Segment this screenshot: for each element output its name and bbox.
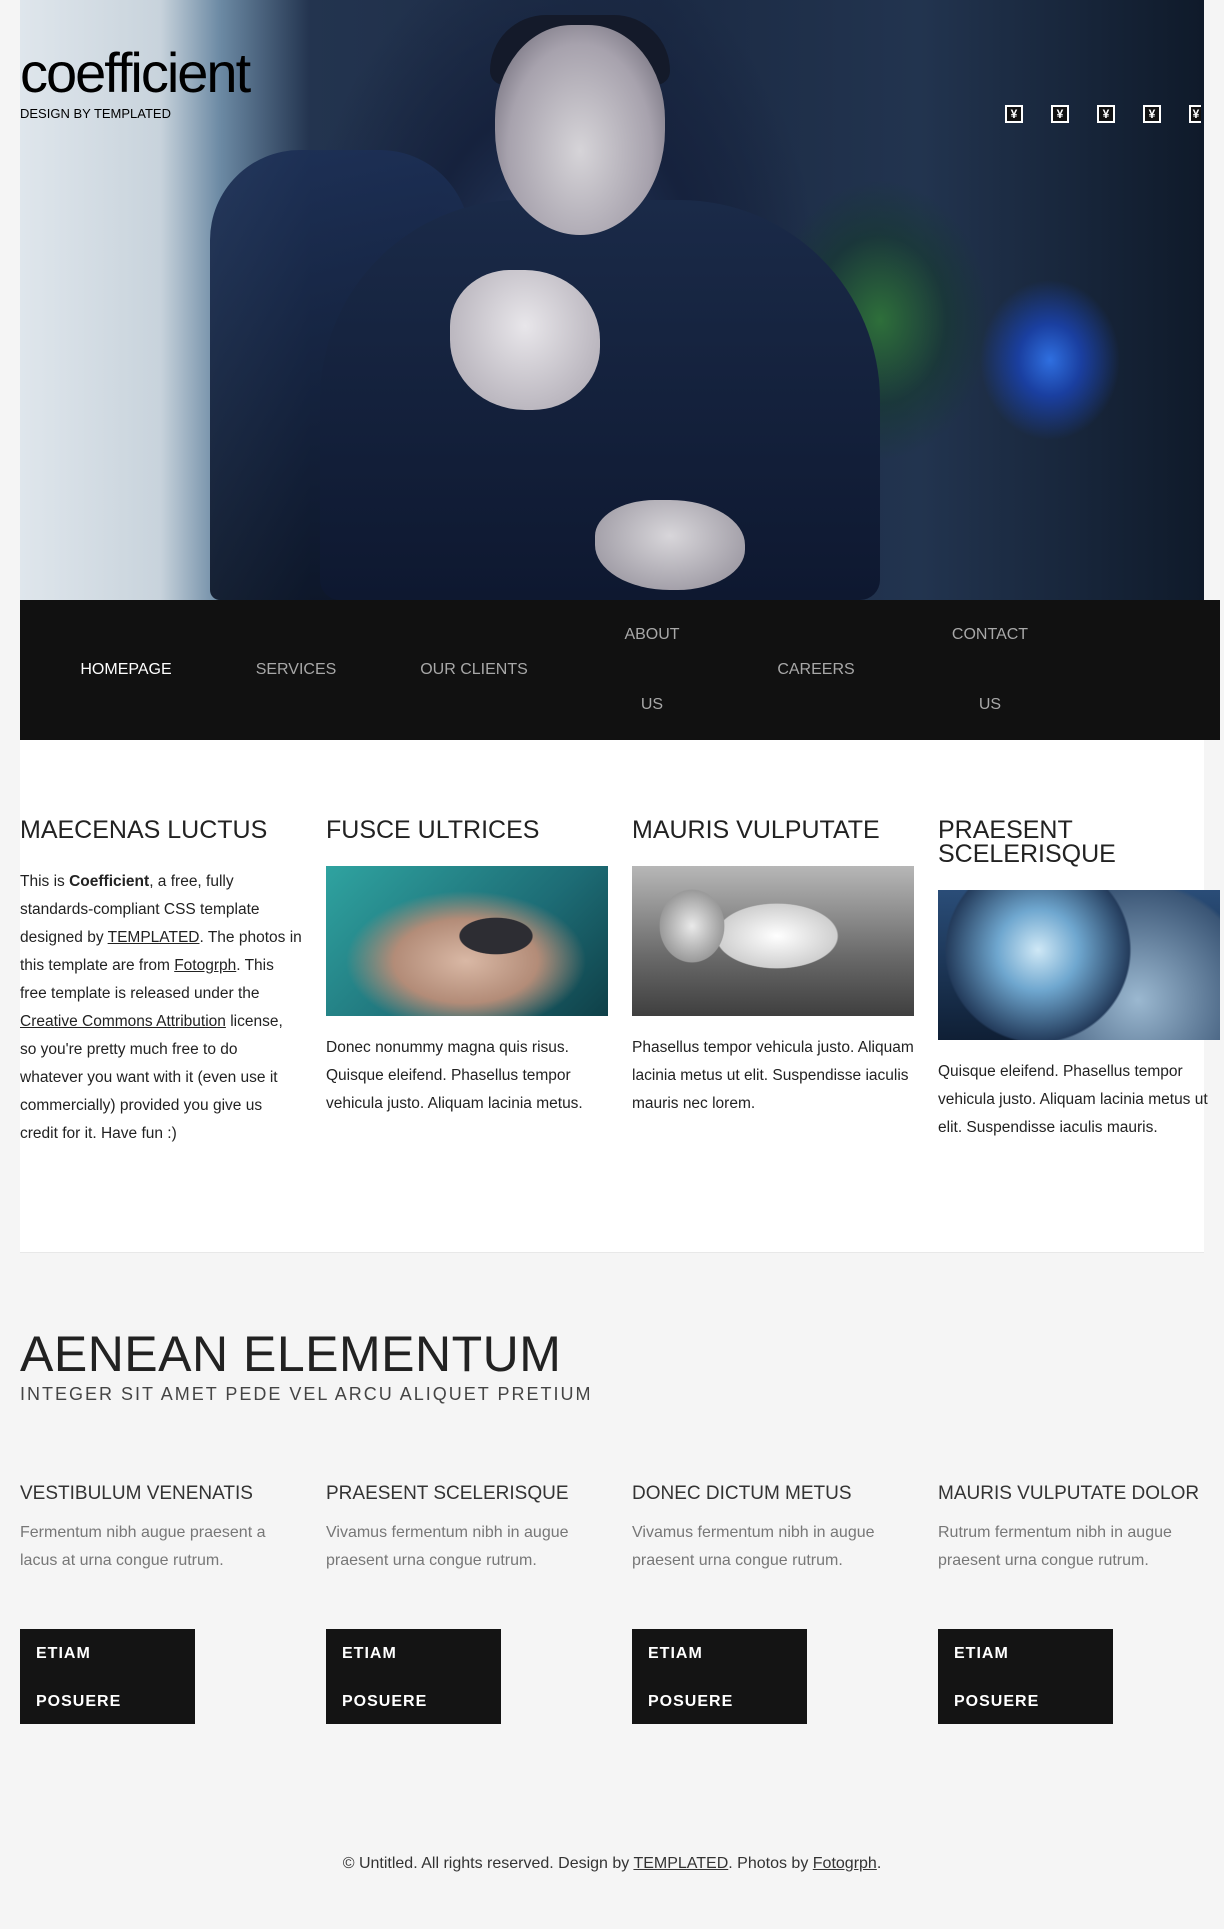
social-icon[interactable]: ¥	[1005, 105, 1023, 123]
social-icon[interactable]: ¥	[1143, 105, 1161, 123]
nav-item-about-us[interactable]: ABOUT US	[582, 600, 722, 740]
nav-label-line2: US	[640, 696, 664, 713]
column-text: Phasellus tempor vehicula justo. Aliquam…	[632, 1039, 914, 1112]
button-label-line2: POSUERE	[342, 1693, 428, 1710]
nav-item-services[interactable]: SERVICES	[226, 635, 366, 705]
feature-text: Fermentum nibh augue praesent a lacus at…	[20, 1524, 266, 1569]
feature-title: VESTIBULUM VENENATIS	[20, 1483, 253, 1504]
column-1: MAECENAS LUCTUS This is Coefficient, a f…	[20, 818, 302, 1148]
etiam-posuere-button[interactable]: ETIAM POSUERE	[20, 1629, 195, 1724]
phone-photo	[326, 866, 608, 1016]
face	[495, 25, 665, 235]
nav-label-line2: US	[978, 696, 1002, 713]
intro-text: This is Coefficient, a free, fully stand…	[20, 868, 302, 1148]
social-icon[interactable]: ¥	[1097, 105, 1115, 123]
feature-3: DONEC DICTUM METUS Vivamus fermentum nib…	[632, 1483, 914, 1575]
feature-1: VESTIBULUM VENENATIS Fermentum nibh augu…	[20, 1483, 302, 1575]
column-title: MAECENAS LUCTUS	[20, 816, 268, 844]
bold-text: Coefficient	[69, 873, 150, 890]
column-2: FUSCE ULTRICES Donec nonummy magna quis …	[326, 818, 608, 1118]
feature-title: PRAESENT SCELERISQUE	[326, 1483, 569, 1504]
feature-4: MAURIS VULPUTATE DOLOR Rutrum fermentum …	[938, 1483, 1220, 1575]
pointing-hand	[450, 270, 600, 410]
social-icon[interactable]: ¥	[1051, 105, 1069, 123]
feature-text: Rutrum fermentum nibh in augue praesent …	[938, 1524, 1172, 1569]
site-subtitle: DESIGN BY TEMPLATED	[20, 106, 171, 121]
feature-text: Vivamus fermentum nibh in augue praesent…	[632, 1524, 875, 1569]
earphones-photo	[632, 866, 914, 1016]
column-title: PRAESENT SCELERISQUE	[938, 816, 1116, 868]
feature-title: MAURIS VULPUTATE DOLOR	[938, 1483, 1200, 1504]
button-label-line2: POSUERE	[954, 1693, 1040, 1710]
text: This is	[20, 873, 70, 890]
templated-link[interactable]: TEMPLATED	[633, 1855, 728, 1872]
nav-item-our-clients[interactable]: OUR CLIENTS	[404, 635, 544, 705]
nav-item-homepage[interactable]: HOMEPAGE	[56, 635, 196, 705]
footer-text: © Untitled. All rights reserved. Design …	[342, 1855, 634, 1872]
button-label-line1: ETIAM	[954, 1645, 1009, 1662]
nav-label-line1: CONTACT	[951, 626, 1029, 643]
column-3: MAURIS VULPUTATE Phasellus tempor vehicu…	[632, 818, 914, 1118]
column-4: PRAESENT SCELERISQUE Quisque eleifend. P…	[938, 818, 1220, 1142]
column-title: MAURIS VULPUTATE	[632, 816, 880, 844]
text: license, so you're pretty much free to d…	[20, 1013, 283, 1142]
column-title: FUSCE ULTRICES	[326, 816, 540, 844]
column-text: Donec nonummy magna quis risus. Quisque …	[326, 1039, 583, 1112]
templated-link[interactable]: TEMPLATED	[108, 929, 200, 946]
button-label-line1: ETIAM	[36, 1645, 91, 1662]
content-panel: MAECENAS LUCTUS This is Coefficient, a f…	[20, 740, 1220, 1253]
site-title[interactable]: coefficient	[20, 40, 251, 105]
social-links: ¥ ¥ ¥ ¥ ¥	[1005, 105, 1201, 123]
etiam-posuere-button[interactable]: ETIAM POSUERE	[326, 1629, 501, 1724]
resting-hand	[595, 500, 745, 590]
nav-item-contact-us[interactable]: CONTACT US	[920, 600, 1060, 740]
column-text: Quisque eleifend. Phasellus tempor vehic…	[938, 1063, 1208, 1136]
hard-drive-photo	[938, 890, 1220, 1040]
section-subtitle: INTEGER SIT AMET PEDE VEL ARCU ALIQUET P…	[20, 1384, 593, 1404]
button-label-line2: POSUERE	[648, 1693, 734, 1710]
etiam-posuere-button[interactable]: ETIAM POSUERE	[938, 1629, 1113, 1724]
button-label-line1: ETIAM	[342, 1645, 397, 1662]
footer-text: . Photos by	[728, 1855, 813, 1872]
main-nav: HOMEPAGE SERVICES OUR CLIENTS ABOUT US C…	[20, 600, 1220, 740]
social-icon[interactable]: ¥	[1189, 105, 1201, 123]
section-title: AENEAN ELEMENTUM	[20, 1326, 562, 1382]
etiam-posuere-button[interactable]: ETIAM POSUERE	[632, 1629, 807, 1724]
footer-text: .	[876, 1855, 882, 1872]
fotogrph-link[interactable]: Fotogrph	[813, 1855, 877, 1872]
feature-2: PRAESENT SCELERISQUE Vivamus fermentum n…	[326, 1483, 608, 1575]
button-label-line1: ETIAM	[648, 1645, 703, 1662]
footer: © Untitled. All rights reserved. Design …	[0, 1855, 1224, 1873]
nav-label-line1: ABOUT	[624, 626, 680, 643]
fotogrph-link[interactable]: Fotogrph	[174, 957, 236, 974]
license-link[interactable]: Creative Commons Attribution	[20, 1013, 226, 1030]
feature-title: DONEC DICTUM METUS	[632, 1483, 852, 1504]
button-label-line2: POSUERE	[36, 1693, 122, 1710]
nav-item-careers[interactable]: CAREERS	[746, 635, 886, 705]
feature-text: Vivamus fermentum nibh in augue praesent…	[326, 1524, 569, 1569]
